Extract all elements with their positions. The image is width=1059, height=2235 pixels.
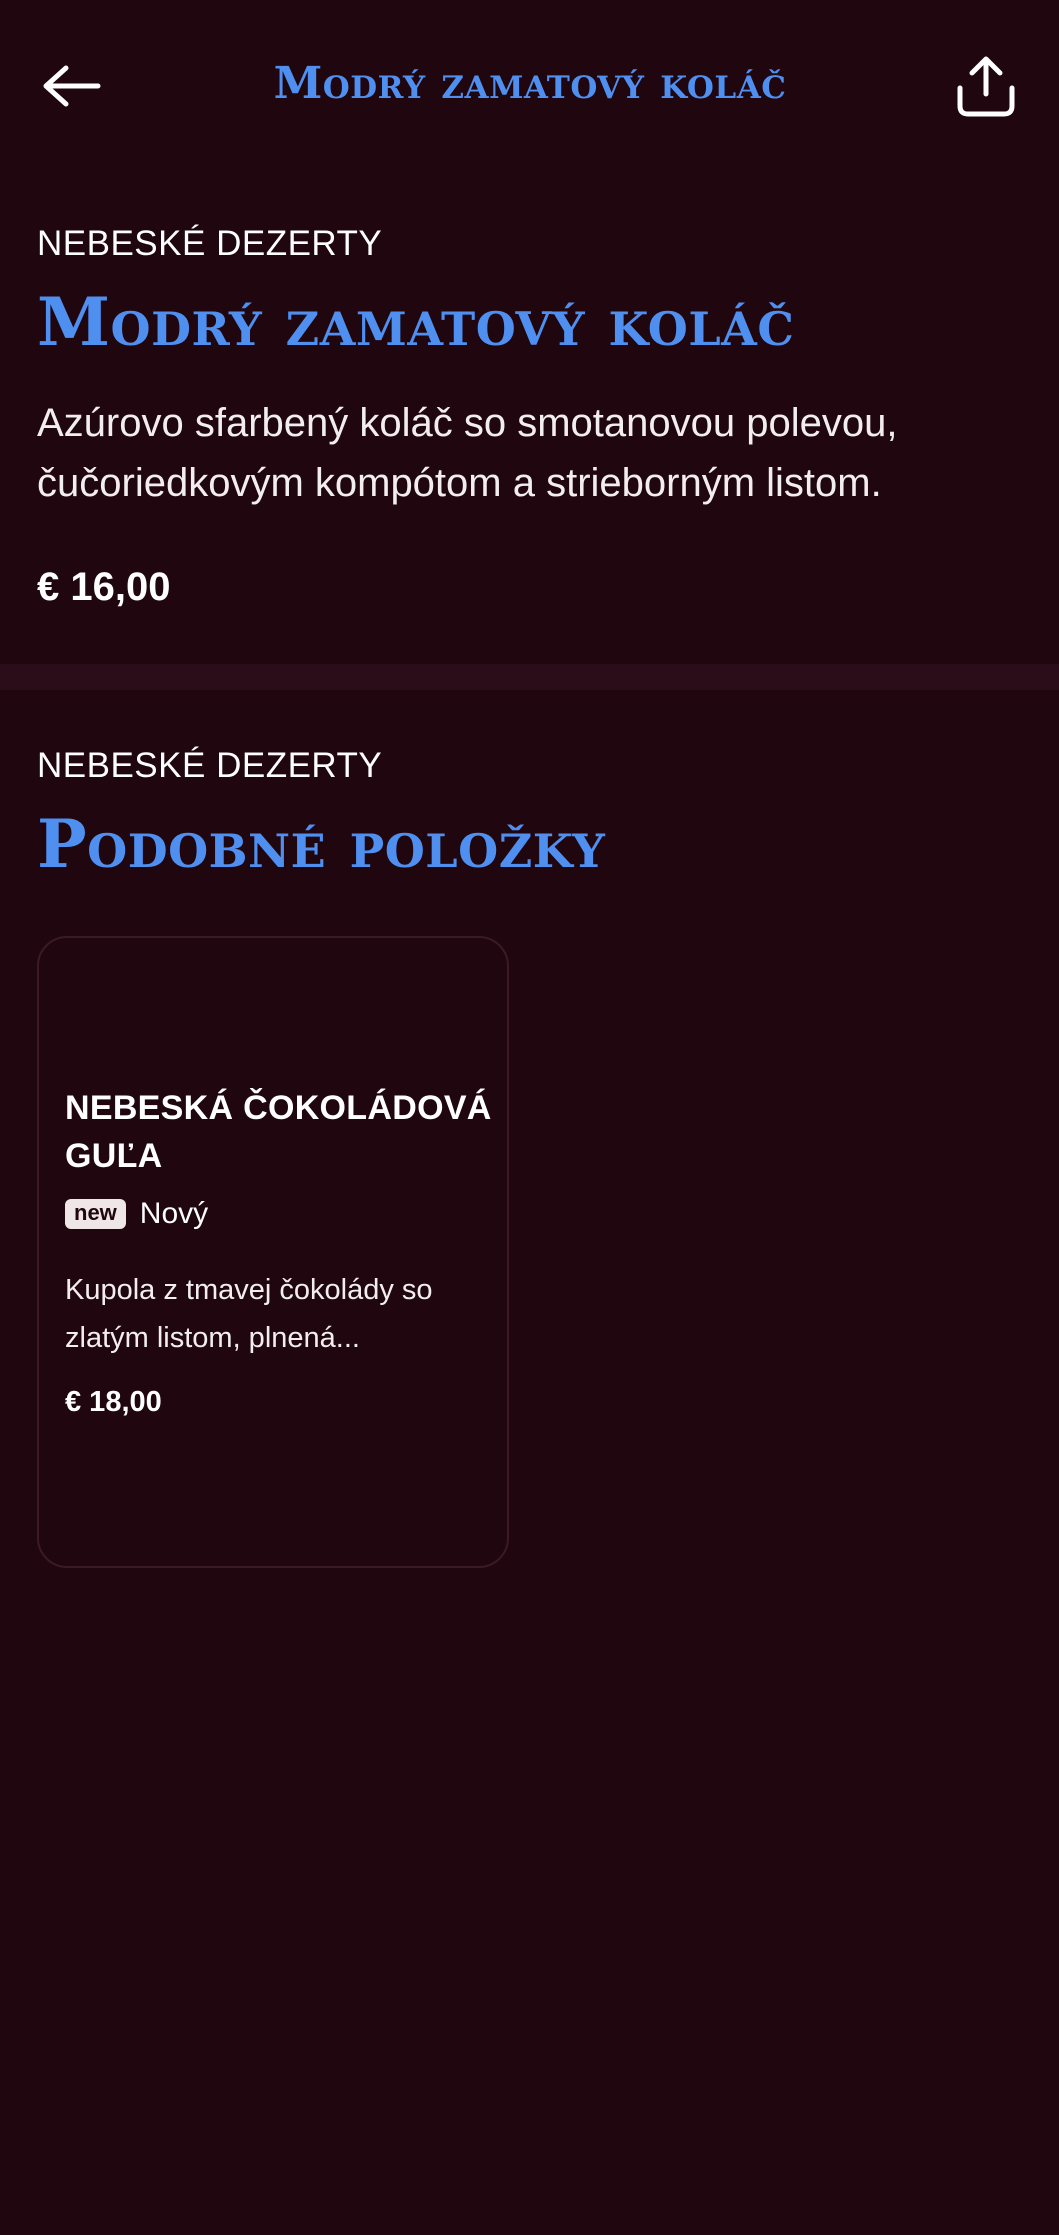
section-divider [0, 664, 1059, 690]
top-bar: Modrý zamatový koláč [0, 0, 1059, 170]
share-icon [957, 56, 1015, 117]
arrow-left-icon [43, 65, 101, 107]
similar-section: NEBESKÉ DEZERTY [37, 744, 1022, 788]
similar-category: NEBESKÉ DEZERTY [37, 746, 383, 785]
similar-item-title: NEBESKÁ ČOKOLÁDOVÁ GUĽA [65, 1089, 492, 1175]
new-badge-label: Nový [139, 1197, 209, 1230]
header-title: Modrý zamatový koláč [273, 58, 787, 109]
similar-item-description: Kupola z tmavej čokolády so zlatým listo… [65, 1274, 433, 1354]
share-button[interactable] [948, 48, 1024, 124]
similar-item-badge-row: new Nový [65, 1194, 208, 1234]
product-category: NEBESKÉ DEZERTY [37, 224, 383, 263]
similar-title: Podobné položky [37, 805, 606, 883]
product-detail: NEBESKÉ DEZERTY [37, 222, 1022, 266]
new-badge: new [65, 1199, 126, 1229]
product-description: Azúrovo sfarbený koláč so smotanovou pol… [37, 401, 898, 505]
similar-item-card[interactable]: NEBESKÁ ČOKOLÁDOVÁ GUĽA new Nový Kupola … [37, 936, 509, 1568]
product-title: Modrý zamatový koláč [37, 283, 795, 361]
back-button[interactable] [36, 50, 108, 122]
product-price: € 16,00 [37, 565, 171, 609]
similar-item-price: € 18,00 [65, 1386, 162, 1418]
